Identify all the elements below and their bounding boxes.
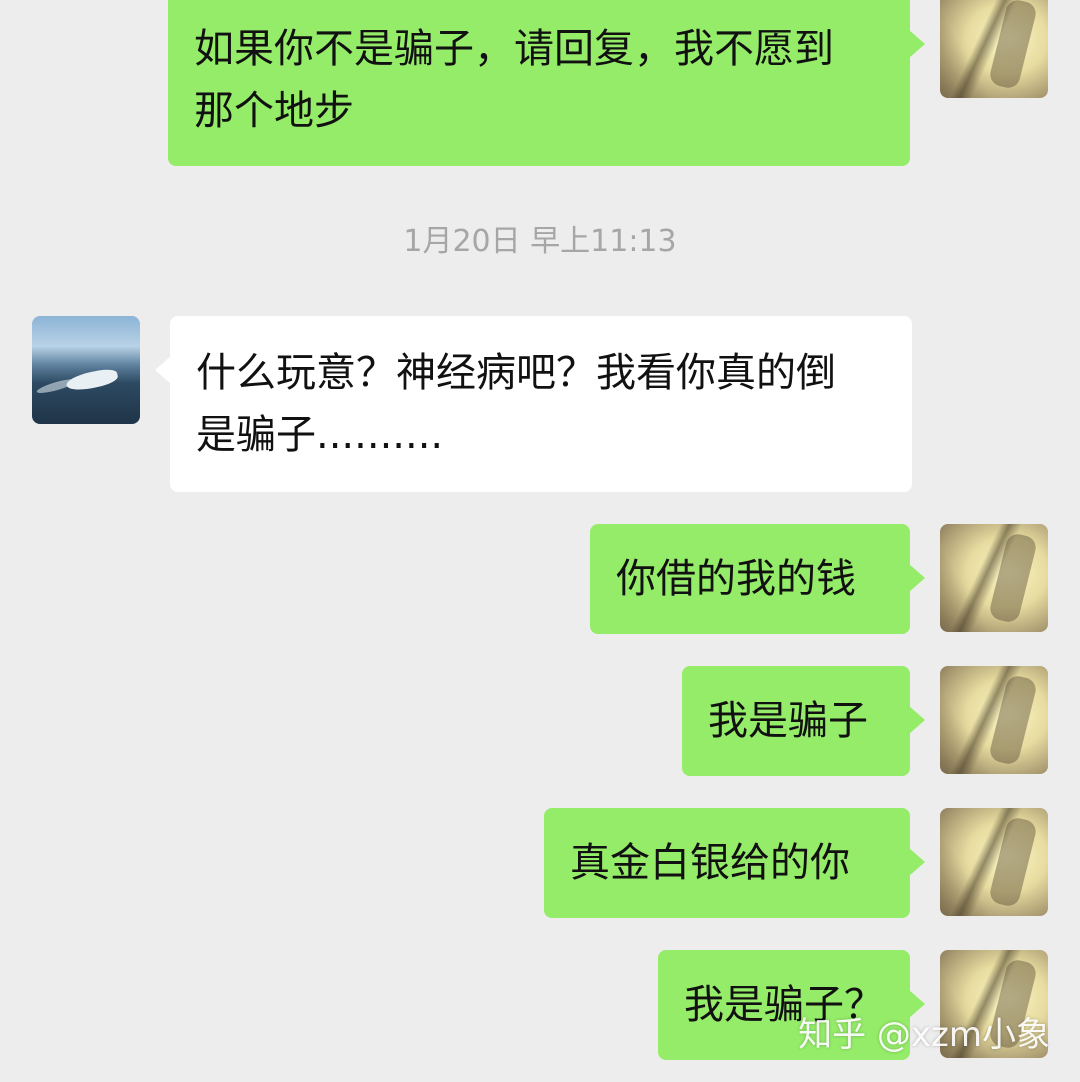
message-bubble-received[interactable]: 什么玩意？神经病吧？我看你真的倒 是骗子.......... — [155, 316, 912, 492]
bubble-tail — [909, 564, 925, 592]
bubble-tail — [155, 356, 171, 384]
self-avatar[interactable] — [940, 524, 1048, 632]
message-bubble-sent[interactable]: 真金白银给的你 — [544, 808, 925, 918]
message-text: 什么玩意？神经病吧？我看你真的倒 是骗子.......... — [196, 350, 836, 458]
message-text: 真金白银给的你 — [570, 840, 850, 886]
bubble-tail — [909, 848, 925, 876]
message-bubble-sent[interactable]: 你借的我的钱 — [590, 524, 925, 634]
message-text: 如果你不是骗子，请回复，我不愿到 那个地步 — [194, 26, 834, 134]
boat-icon — [64, 366, 120, 394]
bubble-tail — [909, 30, 925, 58]
watermark: 知乎 @xzm小象 — [798, 1015, 1050, 1055]
message-text: 你借的我的钱 — [616, 556, 856, 602]
self-avatar[interactable] — [940, 666, 1048, 774]
message-text: 我是骗子 — [708, 698, 868, 744]
self-avatar[interactable] — [940, 808, 1048, 916]
timestamp: 1月20日 早上11:13 — [403, 224, 677, 259]
bubble-tail — [909, 706, 925, 734]
message-bubble-sent[interactable]: 如果你不是骗子，请回复，我不愿到 那个地步 — [168, 0, 925, 166]
self-avatar[interactable] — [940, 0, 1048, 98]
message-bubble-sent[interactable]: 我是骗子 — [682, 666, 925, 776]
contact-avatar[interactable] — [32, 316, 140, 424]
